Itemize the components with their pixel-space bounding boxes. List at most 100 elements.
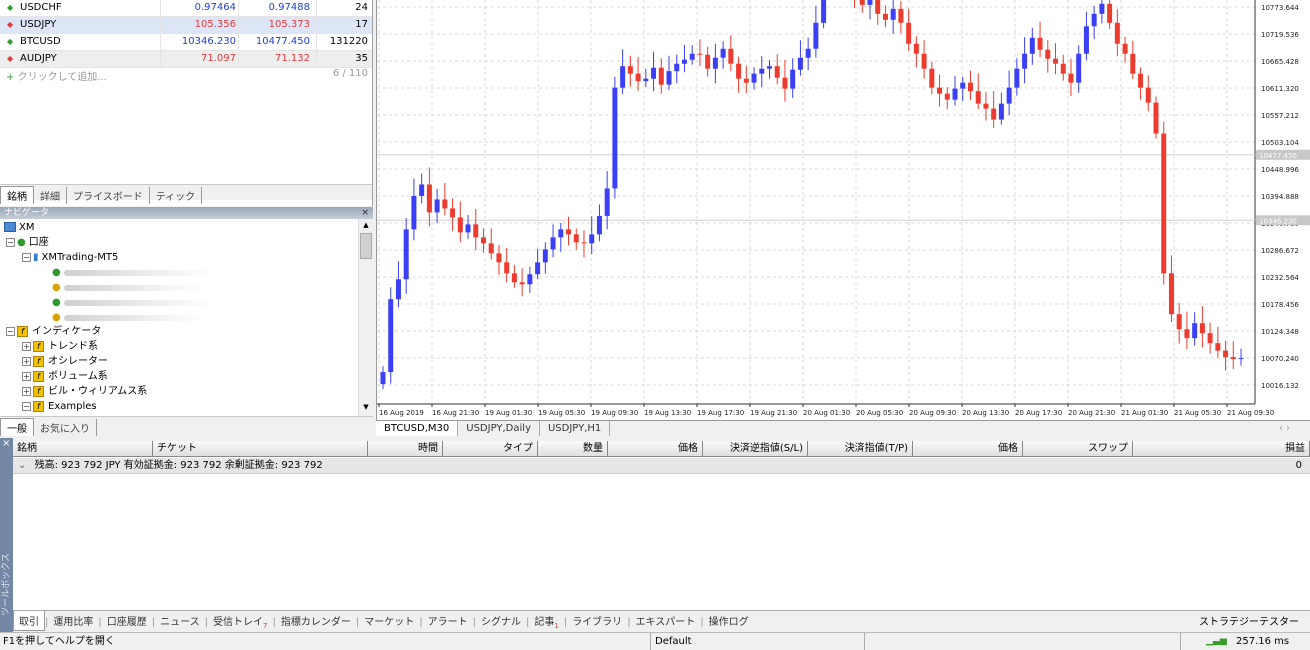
account-item[interactable]: ● <box>52 280 61 295</box>
tree-indicator-group[interactable]: + f ビル・ウィリアムス系 <box>22 384 147 399</box>
users-icon: ● <box>17 237 26 248</box>
toolbox-tab[interactable]: 受信トレイ7 <box>208 611 272 632</box>
close-icon[interactable]: × <box>361 207 369 219</box>
candle-body <box>1053 58 1059 64</box>
column-header[interactable]: 決済逆指値(S/L) <box>703 441 808 457</box>
candle-body <box>743 78 749 83</box>
toolbox-tab[interactable]: エキスパート <box>631 611 701 630</box>
navigator-scrollbar[interactable]: ▲ ▼ <box>358 219 373 416</box>
chevron-down-icon[interactable]: ⌄ <box>18 460 26 471</box>
candle-body <box>596 215 602 235</box>
candle-body <box>782 77 788 89</box>
column-header[interactable]: チケット <box>153 441 368 457</box>
time-axis-label: 20 Aug 05:30 <box>856 409 903 417</box>
scroll-up-arrow[interactable]: ▲ <box>361 221 371 231</box>
toolbox-tab[interactable]: アラート <box>423 611 473 630</box>
ask-price-label: 10477.450 <box>1259 152 1297 160</box>
candle-body <box>759 68 765 74</box>
toolbox-tab[interactable]: シグナル <box>476 611 526 630</box>
symbol-count: 6 / 110 <box>332 68 368 79</box>
scroll-down-arrow[interactable]: ▼ <box>361 403 371 413</box>
tree-root-xm[interactable]: XM <box>4 220 34 235</box>
price-chart[interactable]: 10773.644 10719.536 10665.428 10611.320 1055… <box>376 0 1310 420</box>
chart-tab[interactable]: USDJPY,Daily <box>458 421 540 436</box>
tree-indicator-group[interactable]: + f トレンド系 <box>22 339 98 354</box>
candle-body <box>697 53 703 55</box>
up-arrow-icon: ◆ <box>7 3 14 12</box>
tab-tick[interactable]: ティック <box>150 187 203 204</box>
account-item[interactable]: ● <box>52 265 61 280</box>
function-icon: f <box>17 325 28 337</box>
candle-body <box>1138 73 1144 88</box>
toolbox-tab[interactable]: 指標カレンダー <box>276 611 356 630</box>
candle-body <box>1207 333 1213 344</box>
candle-body <box>1145 87 1151 103</box>
tab-symbols[interactable]: 銘柄 <box>0 186 34 204</box>
close-icon[interactable]: × <box>2 438 10 449</box>
tree-indicator-group[interactable]: + f ボリューム系 <box>22 369 108 384</box>
market-watch-panel: ◆ USDCHF 0.97464 0.97488 24 ◆ USDJPY 105.356 105… <box>0 0 373 206</box>
column-header[interactable]: 決済指値(T/P) <box>808 441 913 457</box>
candle-body <box>573 234 579 243</box>
tree-indicator-group[interactable]: − f Examples <box>22 399 97 414</box>
toolbox-tab[interactable]: 取引 <box>13 611 45 631</box>
candle-body <box>882 13 888 20</box>
tab-details[interactable]: 詳細 <box>34 187 67 204</box>
candle-body <box>890 8 896 20</box>
chart-tab[interactable]: BTCUSD,M30 <box>376 421 459 436</box>
profile-name[interactable]: Default <box>650 633 692 650</box>
time-axis-label: 19 Aug 01:30 <box>485 409 532 417</box>
column-header[interactable]: 銘柄 <box>13 441 153 457</box>
chart-tabs: BTCUSD,M30 USDJPY,Daily USDJPY,H1 ‹ › <box>376 420 1310 437</box>
toolbox-tab[interactable]: 記事1 <box>529 611 563 632</box>
scroll-arrows-icon[interactable]: ‹ › <box>1271 421 1298 436</box>
up-arrow-icon: ◆ <box>7 37 14 46</box>
tab-priceboard[interactable]: プライスボード <box>67 187 150 204</box>
toolbox-tab[interactable]: マーケット <box>359 611 419 630</box>
scroll-thumb[interactable] <box>360 233 372 259</box>
candle-body <box>906 22 912 44</box>
chart-tab[interactable]: USDJPY,H1 <box>540 421 611 436</box>
candle-body <box>913 43 919 54</box>
add-symbol-link[interactable]: + クリックして追加... <box>6 68 107 83</box>
column-header[interactable]: 価格 <box>913 441 1023 457</box>
tab-favorites[interactable]: お気に入り <box>34 419 97 436</box>
candle-body <box>1223 350 1229 358</box>
column-header[interactable]: 数量 <box>538 441 608 457</box>
spread: 35 <box>355 53 368 64</box>
column-header[interactable]: タイプ <box>443 441 538 457</box>
tree-accounts[interactable]: − ● 口座 <box>6 235 49 250</box>
price-axis-label: 10773.644 <box>1261 4 1299 12</box>
candle-body <box>991 108 997 120</box>
toolbox-tab[interactable]: 口座履歴 <box>102 611 152 630</box>
candle-body <box>975 91 981 104</box>
candle-body <box>1192 323 1198 339</box>
bid-price: 105.356 <box>194 19 236 30</box>
toolbox-tab[interactable]: ライブラリ <box>567 611 627 630</box>
tab-general[interactable]: 一般 <box>0 418 34 436</box>
candle-body <box>395 279 401 300</box>
candle-body <box>967 82 973 92</box>
toolbox-tab[interactable]: 運用比率 <box>48 611 98 630</box>
toolbox-tab[interactable]: ニュース <box>155 611 205 630</box>
account-item[interactable]: ● <box>52 310 61 325</box>
tree-server[interactable]: − ▮ XMTrading-MT5 <box>22 250 118 265</box>
candle-body <box>1076 53 1082 83</box>
candle-body <box>1060 63 1066 74</box>
column-header[interactable]: 時間 <box>368 441 443 457</box>
toolbox-tab[interactable]: 操作ログ <box>704 611 754 630</box>
bid-price: 10346.230 <box>181 36 236 47</box>
candle-body <box>1199 323 1205 334</box>
candlestick-chart[interactable]: 10773.644 10719.536 10665.428 10611.320 1055… <box>377 0 1310 420</box>
column-header[interactable]: スワップ <box>1023 441 1133 457</box>
account-item[interactable]: ● <box>52 295 61 310</box>
tree-indicators[interactable]: − f インディケータ <box>6 324 101 339</box>
server-icon: ▮ <box>33 252 39 263</box>
strategy-tester-button[interactable]: ストラテジーテスター <box>1194 611 1304 630</box>
column-header[interactable]: 損益 <box>1133 441 1310 457</box>
candle-body <box>720 48 726 58</box>
column-header[interactable]: 価格 <box>608 441 703 457</box>
tree-indicator-group[interactable]: + f オシレーター <box>22 354 108 369</box>
candle-body <box>960 82 966 89</box>
candle-body <box>1045 49 1051 59</box>
